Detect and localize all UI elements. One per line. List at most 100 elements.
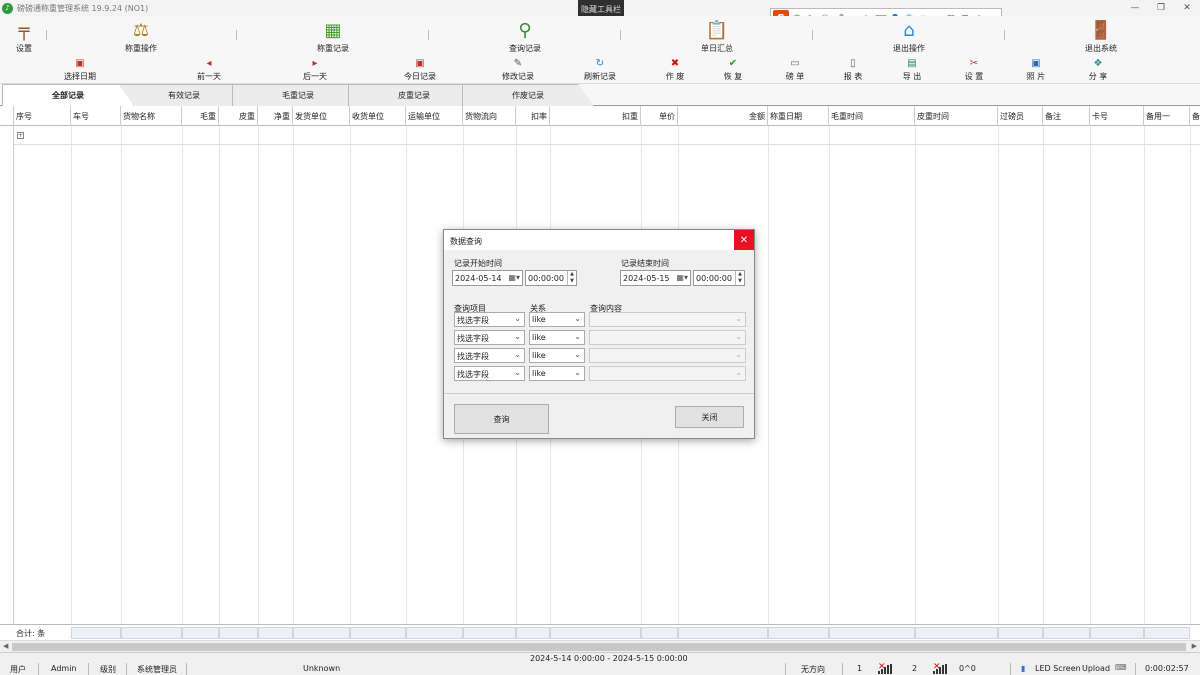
weigh-records-button[interactable]: ▦ 称重记录 (308, 16, 358, 56)
column-divider (1090, 126, 1091, 624)
column-header[interactable]: 备用一 (1144, 106, 1190, 126)
edit-record-label: 修改记录 (502, 72, 534, 81)
end-date-picker[interactable]: 2024-05-15 ▦▾ (620, 270, 691, 286)
query-field-select[interactable]: 找选字段 ⌄ (454, 348, 525, 363)
previous-day-button[interactable]: ◂ 前一天 (190, 58, 228, 82)
exit-operation-button[interactable]: ⌂ 退出操作 (884, 16, 934, 56)
query-content-select[interactable]: ⌄ (589, 312, 746, 327)
column-divider (829, 126, 830, 624)
horizontal-scrollbar[interactable]: ◀ ▶ (0, 640, 1200, 652)
column-header[interactable]: 扣重 (550, 106, 641, 126)
calendar-dropdown-icon[interactable]: ▦▾ (676, 273, 688, 282)
weigh-ticket-label: 磅 单 (785, 72, 805, 81)
column-header[interactable]: 备 (1190, 106, 1200, 126)
relation-select[interactable]: like ⌄ (529, 348, 585, 363)
today-icon: ▣ (415, 58, 425, 69)
column-header[interactable]: 称重日期 (768, 106, 829, 126)
next-day-icon: ▸ (312, 58, 318, 69)
column-header[interactable]: 净重 (258, 106, 293, 126)
column-header[interactable]: 货物流向 (463, 106, 516, 126)
query-content-select[interactable]: ⌄ (589, 330, 746, 345)
setup-button[interactable]: ✂ 设 置 (959, 58, 989, 82)
chevron-down-icon: ⌄ (514, 368, 521, 377)
column-header[interactable]: 卡号 (1090, 106, 1144, 126)
column-header[interactable]: 扣率 (516, 106, 550, 126)
expand-row-icon[interactable]: + (17, 132, 24, 139)
relation-value: like (532, 333, 546, 342)
query-field-select[interactable]: 找选字段 ⌄ (454, 366, 525, 381)
column-header[interactable]: 皮重 (219, 106, 258, 126)
export-button[interactable]: ▤ 导 出 (897, 58, 927, 82)
close-icon[interactable]: ✕ (1174, 0, 1200, 16)
select-date-button[interactable]: ▣ 选择日期 (58, 58, 102, 82)
query-field-select[interactable]: 找选字段 ⌄ (454, 330, 525, 345)
query-content-select[interactable]: ⌄ (589, 366, 746, 381)
tab-void-records[interactable]: 作废记录 (462, 84, 594, 106)
weigh-ticket-button[interactable]: ▭ 磅 单 (780, 58, 810, 82)
column-header[interactable]: 车号 (71, 106, 121, 126)
end-time-spinner[interactable]: 00:00:00 ▲ ▼ (693, 270, 745, 286)
photo-icon: ▣ (1031, 58, 1041, 69)
scroll-left-icon[interactable]: ◀ (3, 642, 8, 650)
relation-select[interactable]: like ⌄ (529, 312, 585, 327)
column-header[interactable]: 序号 (14, 106, 71, 126)
report-button[interactable]: ▯ 报 表 (838, 58, 868, 82)
column-header[interactable]: 货物名称 (121, 106, 182, 126)
daily-summary-button[interactable]: 📋 单日汇总 (692, 16, 742, 56)
spinner-arrows-icon[interactable]: ▲ ▼ (735, 271, 744, 285)
column-header[interactable]: 发货单位 (293, 106, 350, 126)
query-content-select[interactable]: ⌄ (589, 348, 746, 363)
restore-icon[interactable]: ❐ (1148, 0, 1174, 16)
column-header[interactable]: 皮重时间 (915, 106, 998, 126)
column-header[interactable]: 备注 (1043, 106, 1090, 126)
photo-button[interactable]: ▣ 照 片 (1021, 58, 1051, 82)
column-header[interactable]: 收货单位 (350, 106, 406, 126)
share-button[interactable]: ❖ 分 享 (1083, 58, 1113, 82)
weigh-operation-button[interactable]: ⚖ 称重操作 (116, 16, 166, 56)
next-day-button[interactable]: ▸ 后一天 (296, 58, 334, 82)
spinner-arrows-icon[interactable]: ▲ ▼ (567, 271, 576, 285)
scroll-right-icon[interactable]: ▶ (1192, 642, 1197, 650)
column-header[interactable]: 毛重 (182, 106, 219, 126)
check-icon: ✔ (728, 58, 738, 69)
close-dialog-button[interactable]: 关闭 (675, 406, 744, 428)
scrollbar-thumb[interactable] (12, 643, 1186, 651)
magnifier-icon: ⚲ (518, 20, 532, 41)
column-header[interactable]: 单价 (641, 106, 678, 126)
channel-1-number: 1 (857, 664, 863, 673)
void-button[interactable]: ✖ 作 废 (660, 58, 690, 82)
dialog-close-icon[interactable]: ✕ (734, 230, 754, 250)
query-field-select[interactable]: 找选字段 ⌄ (454, 312, 525, 327)
relation-select[interactable]: like ⌄ (529, 366, 585, 381)
edit-record-button[interactable]: ✎ 修改记录 (496, 58, 540, 82)
tab-gross-records[interactable]: 毛重记录 (232, 84, 364, 106)
scale-icon: ⚖ (132, 20, 150, 41)
column-header[interactable]: 毛重时间 (829, 106, 915, 126)
query-records-button[interactable]: ⚲ 查询记录 (500, 16, 550, 56)
column-divider (182, 126, 183, 624)
settings-button[interactable]: ╤ 设置 (8, 16, 40, 56)
column-divider (258, 126, 259, 624)
column-header[interactable]: 金额 (678, 106, 768, 126)
exit-system-button[interactable]: 🚪 退出系统 (1076, 16, 1126, 56)
app-logo-icon: ♪ (2, 2, 13, 14)
refresh-records-button[interactable]: ↻ 刷新记录 (578, 58, 622, 82)
total-cell (550, 627, 641, 639)
relation-select[interactable]: like ⌄ (529, 330, 585, 345)
calendar-dropdown-icon[interactable]: ▦▾ (508, 273, 520, 282)
tab-all-records[interactable]: 全部记录 (2, 84, 134, 106)
tab-valid-records[interactable]: 有效记录 (118, 84, 250, 106)
tab-tare-records[interactable]: 皮重记录 (348, 84, 480, 106)
query-button[interactable]: 查询 (454, 404, 549, 434)
next-day-label: 后一天 (303, 72, 327, 81)
start-date-picker[interactable]: 2024-05-14 ▦▾ (452, 270, 523, 286)
column-header[interactable]: 过磅员 (998, 106, 1043, 126)
level-label: 级别 (100, 665, 116, 674)
column-header[interactable]: 运输单位 (406, 106, 463, 126)
minimize-icon[interactable]: — (1122, 0, 1148, 16)
relation-value: like (532, 369, 546, 378)
today-records-button[interactable]: ▣ 今日记录 (398, 58, 442, 82)
restore-record-button[interactable]: ✔ 恢 复 (718, 58, 748, 82)
query-field-value: 找选字段 (457, 352, 489, 361)
start-time-spinner[interactable]: 00:00:00 ▲ ▼ (525, 270, 577, 286)
